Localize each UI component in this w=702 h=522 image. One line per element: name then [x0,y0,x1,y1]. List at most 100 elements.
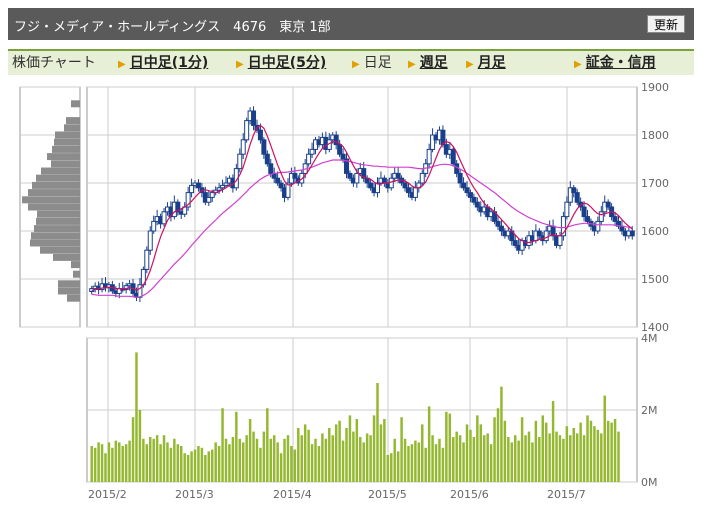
x-tick-label: 2015/5 [368,488,407,501]
volume-bar [383,419,386,482]
volume-bar [376,383,379,482]
volume-bar [90,446,93,482]
volume-bar [438,438,441,482]
volume-profile-bar [37,210,80,218]
candle-down [450,148,456,165]
volume-bar [458,435,462,482]
candle-down [464,187,470,194]
volume-bar [582,435,586,482]
volume-bar [159,444,162,482]
volume-bar [469,429,472,482]
x-tick-label: 2015/7 [547,488,586,501]
candle-down [368,182,374,189]
volume-profile-bar [40,246,80,254]
candle-up [147,230,153,251]
candle-down [347,172,353,179]
volume-profile-bar [36,174,80,182]
volume-bar [107,442,111,482]
volume-bar [272,435,276,482]
volume-bar [586,415,589,482]
candle-down [574,192,580,203]
volume-bar [455,431,458,482]
candle-down [467,192,473,198]
volume-profile-bar [34,225,80,233]
volume-bar [362,442,365,482]
volume-bar [414,440,417,482]
volume-bar [118,442,121,482]
price-tick-label: 1600 [641,225,669,238]
volume-bar [359,437,362,482]
candle-down [261,139,267,155]
candle-up [151,220,157,232]
volume-bar [572,428,575,482]
volume-bar [551,401,555,482]
candle-up [206,196,212,203]
volume-bar [510,442,514,482]
volume-bar [269,438,272,482]
volume-bar [228,444,231,482]
candle-up [189,184,195,194]
volume-bar [345,428,348,482]
volume-bar [155,435,159,482]
volume-bar [441,447,445,482]
volume-bar [176,444,180,482]
volume-profile-bar [36,217,80,225]
x-tick-label: 2015/3 [175,488,214,501]
volume-bar [606,420,610,482]
candle-up [244,120,250,141]
volume-profile-bar [55,131,80,139]
volume-bar [417,442,421,482]
candle-down [585,216,591,222]
volume-bar [131,417,135,482]
volume-bar [558,435,562,482]
volume-profile-bar [71,100,80,108]
volume-bar [479,424,483,482]
candle-down [292,172,298,179]
volume-bar [290,446,293,482]
volume-bar [593,426,596,482]
volume-profile-bar [58,287,80,295]
volume-bar [138,410,142,482]
volume-bar [541,415,544,482]
volume-bar [393,438,396,482]
volume-profile-bar [51,160,80,168]
volume-profile-bar [28,203,80,211]
candle-down [257,129,263,141]
candle-up [595,220,601,232]
candle-down [512,240,518,246]
stock-chart: 1400150016001700180019004M2M0M2015/2 2015… [19,81,669,501]
volume-bar [445,411,448,482]
volume-bar [124,444,128,482]
volume-bar [338,420,341,482]
volume-bar [538,437,541,482]
volume-bar [372,415,376,482]
volume-bar [400,417,403,482]
volume-bar [589,420,593,482]
volume-bar [365,433,369,482]
volume-profile-bar [71,261,80,269]
volume-bar [266,408,269,482]
volume-bar [276,442,279,482]
volume-tick-label: 4M [641,332,658,345]
volume-bar [321,433,324,482]
volume-bar [310,444,314,482]
volume-bar [145,444,149,482]
volume-bar [462,442,465,482]
candle-down [268,163,274,174]
volume-bar [307,429,310,482]
volume-bar [221,408,224,482]
volume-bar [190,451,193,482]
volume-bar [286,435,290,482]
volume-profile-bar [66,117,80,125]
candle-up [557,235,563,246]
volume-bar [500,386,503,482]
volume-bar [562,438,565,482]
volume-bar [128,440,131,482]
candle-down [629,230,635,237]
candle-down [381,177,387,184]
volume-profile-bar [28,189,80,197]
volume-bar [486,433,489,482]
candle-down [498,225,504,232]
volume-bar [162,435,166,482]
price-tick-label: 1500 [641,273,669,286]
